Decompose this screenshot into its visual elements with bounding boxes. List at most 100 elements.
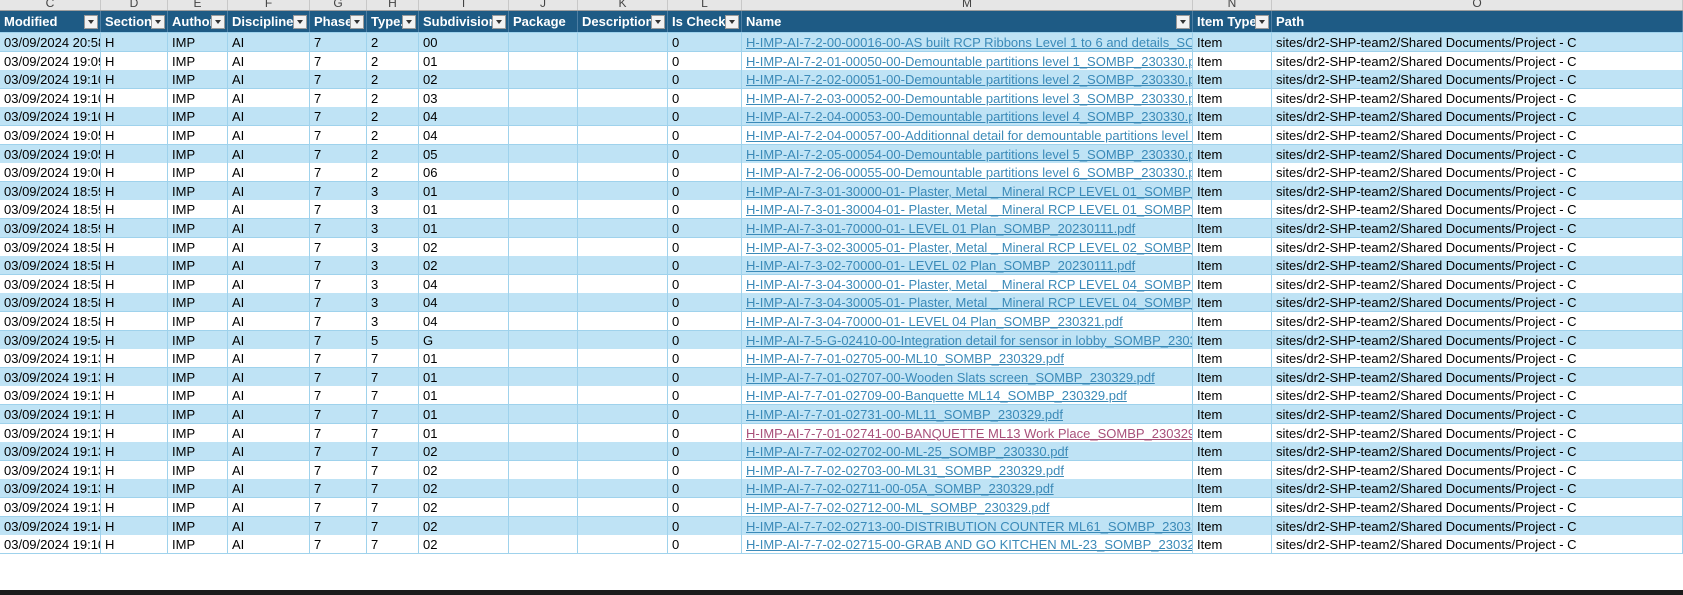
cell-package[interactable]	[509, 293, 578, 312]
cell-package[interactable]	[509, 88, 578, 107]
cell-item_type[interactable]: Item	[1193, 70, 1272, 89]
cell-author[interactable]: IMP	[168, 442, 228, 461]
cell-modified[interactable]: 03/09/2024 19:05	[0, 126, 101, 144]
table-row[interactable]: 03/09/2024 19:05 H IMP AI 7 2 04 0 H-IMP-AI-7-2-…	[0, 126, 1683, 145]
cell-section[interactable]: H	[101, 330, 168, 349]
file-link[interactable]: H-IMP-AI-7-7-02-02713-00-DISTRIBUTION CO…	[742, 516, 1193, 535]
cell-item_type[interactable]: Item	[1193, 349, 1272, 368]
table-row[interactable]: 03/09/2024 19:14 H IMP AI 7 7 02 0 H-IMP-AI-7-7-…	[0, 516, 1683, 536]
file-link[interactable]: H-IMP-AI-7-7-01-02705-00-ML10_SOMBP_2303…	[742, 349, 1193, 368]
cell-section[interactable]: H	[101, 70, 168, 89]
cell-author[interactable]: IMP	[168, 293, 228, 312]
cell-subdivision[interactable]: 04	[419, 107, 509, 126]
cell-path[interactable]: sites/dr2-SHP-team2/Shared Documents/Pro…	[1272, 274, 1683, 293]
filter-dropdown-modified[interactable]	[84, 15, 98, 29]
cell-checked[interactable]: 0	[668, 107, 742, 126]
cell-discipline[interactable]: AI	[228, 386, 310, 405]
cell-checked[interactable]: 0	[668, 349, 742, 368]
cell-path[interactable]: sites/dr2-SHP-team2/Shared Documents/Pro…	[1272, 479, 1683, 498]
cell-checked[interactable]: 0	[668, 498, 742, 516]
cell-type[interactable]: 7	[367, 349, 419, 368]
cell-section[interactable]: H	[101, 516, 168, 535]
cell-phase[interactable]: 7	[310, 460, 367, 479]
table-row[interactable]: 03/09/2024 19:54 H IMP AI 7 5 G 0 H-IMP-AI-7-5-G…	[0, 330, 1683, 350]
cell-path[interactable]: sites/dr2-SHP-team2/Shared Documents/Pro…	[1272, 516, 1683, 535]
table-row[interactable]: 03/09/2024 19:09 H IMP AI 7 2 01 0 H-IMP-AI-7-2-…	[0, 51, 1683, 71]
cell-checked[interactable]: 0	[668, 386, 742, 405]
cell-type[interactable]: 7	[367, 367, 419, 386]
cell-description[interactable]	[578, 274, 668, 293]
cell-author[interactable]: IMP	[168, 330, 228, 349]
cell-package[interactable]	[509, 405, 578, 423]
cell-discipline[interactable]: AI	[228, 126, 310, 144]
file-link[interactable]: H-IMP-AI-7-2-04-00053-00-Demountable par…	[742, 107, 1193, 126]
cell-package[interactable]	[509, 107, 578, 126]
cell-modified[interactable]: 03/09/2024 19:13	[0, 349, 101, 368]
cell-modified[interactable]: 03/09/2024 20:58	[0, 33, 101, 51]
cell-modified[interactable]: 03/09/2024 19:13	[0, 386, 101, 405]
cell-section[interactable]: H	[101, 163, 168, 182]
header-package[interactable]: Package	[509, 11, 578, 32]
cell-checked[interactable]: 0	[668, 126, 742, 144]
cell-path[interactable]: sites/dr2-SHP-team2/Shared Documents/Pro…	[1272, 423, 1683, 442]
file-link[interactable]: H-IMP-AI-7-3-01-30004-01- Plaster, Metal…	[742, 200, 1193, 219]
cell-item_type[interactable]: Item	[1193, 107, 1272, 126]
column-letter-item_type[interactable]: N	[1193, 0, 1272, 10]
cell-checked[interactable]: 0	[668, 256, 742, 275]
header-name[interactable]: Name	[742, 11, 1193, 32]
column-letter-phase[interactable]: G	[310, 0, 367, 10]
table-row[interactable]: 03/09/2024 20:58 H IMP AI 7 2 00 0 H-IMP-AI-7-2-…	[0, 33, 1683, 52]
cell-phase[interactable]: 7	[310, 163, 367, 182]
cell-path[interactable]: sites/dr2-SHP-team2/Shared Documents/Pro…	[1272, 349, 1683, 368]
cell-description[interactable]	[578, 126, 668, 144]
filter-dropdown-description[interactable]	[651, 15, 665, 29]
cell-discipline[interactable]: AI	[228, 88, 310, 107]
cell-type[interactable]: 7	[367, 479, 419, 498]
cell-phase[interactable]: 7	[310, 181, 367, 200]
cell-modified[interactable]: 03/09/2024 19:13	[0, 423, 101, 442]
cell-modified[interactable]: 03/09/2024 19:13	[0, 367, 101, 386]
filter-dropdown-checked[interactable]	[725, 15, 739, 29]
cell-author[interactable]: IMP	[168, 144, 228, 163]
cell-modified[interactable]: 03/09/2024 19:06	[0, 163, 101, 182]
cell-checked[interactable]: 0	[668, 237, 742, 256]
table-row[interactable]: 03/09/2024 19:10 H IMP AI 7 2 04 0 H-IMP-AI-7-2-…	[0, 107, 1683, 127]
cell-section[interactable]: H	[101, 535, 168, 554]
table-row[interactable]: 03/09/2024 19:13 H IMP AI 7 7 01 0 H-IMP-AI-7-7-…	[0, 423, 1683, 443]
cell-modified[interactable]: 03/09/2024 19:14	[0, 516, 101, 535]
cell-section[interactable]: H	[101, 219, 168, 237]
cell-discipline[interactable]: AI	[228, 330, 310, 349]
cell-path[interactable]: sites/dr2-SHP-team2/Shared Documents/Pro…	[1272, 181, 1683, 200]
filter-dropdown-discipline[interactable]	[293, 15, 307, 29]
cell-author[interactable]: IMP	[168, 237, 228, 256]
file-link[interactable]: H-IMP-AI-7-7-02-02712-00-ML_SOMBP_230329…	[742, 498, 1193, 516]
file-link[interactable]: H-IMP-AI-7-7-02-02702-00-ML-25_SOMBP_230…	[742, 442, 1193, 461]
cell-checked[interactable]: 0	[668, 51, 742, 70]
file-link[interactable]: H-IMP-AI-7-3-04-30005-01- Plaster, Metal…	[742, 293, 1193, 312]
cell-item_type[interactable]: Item	[1193, 219, 1272, 237]
cell-path[interactable]: sites/dr2-SHP-team2/Shared Documents/Pro…	[1272, 405, 1683, 423]
cell-item_type[interactable]: Item	[1193, 144, 1272, 163]
file-link[interactable]: H-IMP-AI-7-2-01-00050-00-Demountable par…	[742, 51, 1193, 70]
cell-subdivision[interactable]: G	[419, 330, 509, 349]
table-row[interactable]: 03/09/2024 18:58 H IMP AI 7 3 04 0 H-IMP-AI-7-3-…	[0, 274, 1683, 294]
cell-modified[interactable]: 03/09/2024 19:05	[0, 144, 101, 163]
cell-modified[interactable]: 03/09/2024 19:54	[0, 330, 101, 349]
cell-author[interactable]: IMP	[168, 200, 228, 219]
cell-author[interactable]: IMP	[168, 274, 228, 293]
cell-description[interactable]	[578, 535, 668, 554]
cell-author[interactable]: IMP	[168, 498, 228, 516]
column-letter-section[interactable]: D	[101, 0, 168, 10]
cell-modified[interactable]: 03/09/2024 18:58	[0, 256, 101, 275]
cell-package[interactable]	[509, 200, 578, 219]
cell-discipline[interactable]: AI	[228, 312, 310, 330]
table-row[interactable]: 03/09/2024 18:59 H IMP AI 7 3 01 0 H-IMP-AI-7-3-…	[0, 219, 1683, 238]
cell-package[interactable]	[509, 312, 578, 330]
file-link[interactable]: H-IMP-AI-7-3-01-30000-01- Plaster, Metal…	[742, 181, 1193, 200]
cell-modified[interactable]: 03/09/2024 18:58	[0, 237, 101, 256]
cell-discipline[interactable]: AI	[228, 423, 310, 442]
cell-package[interactable]	[509, 535, 578, 554]
cell-type[interactable]: 3	[367, 312, 419, 330]
cell-checked[interactable]: 0	[668, 144, 742, 163]
cell-type[interactable]: 3	[367, 293, 419, 312]
